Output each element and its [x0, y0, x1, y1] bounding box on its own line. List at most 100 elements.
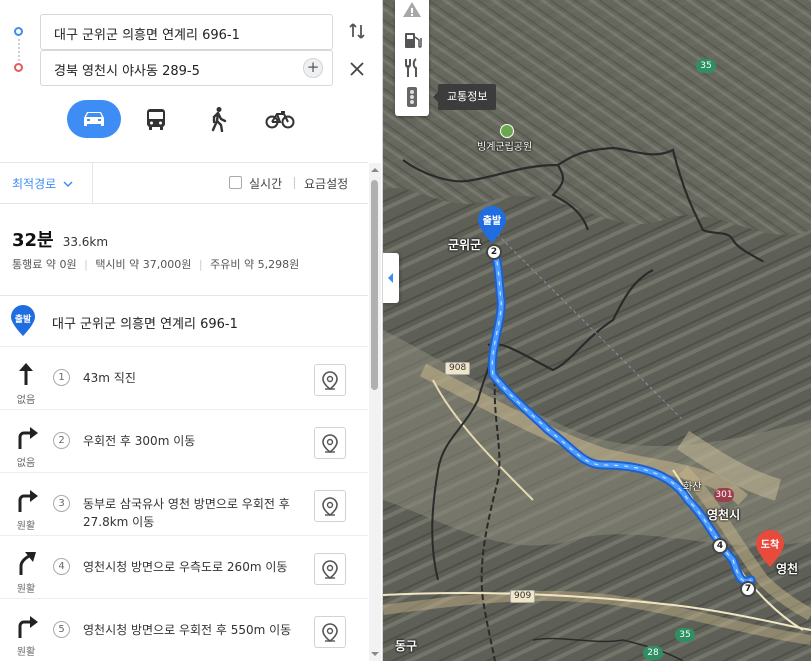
traffic-condition: 원활 [16, 647, 36, 658]
step-number: 3 [53, 495, 70, 512]
route-step[interactable]: 원활 5 영천시청 방면으로 우회전 후 550m 이동 [0, 598, 368, 661]
realtime-label[interactable]: 실시간 [249, 175, 282, 192]
traffic-light-icon[interactable] [395, 83, 429, 112]
step-number: 1 [53, 369, 70, 386]
destination-dot-icon [14, 63, 23, 72]
taxi-cost: 택시비 약 37,000원 [95, 258, 192, 271]
divider [0, 203, 368, 204]
traffic-condition: 없음 [16, 395, 36, 406]
map-view[interactable]: 교통정보 빙계군립공원 군위군 영천시 영천 화산 동구 908 909 301… [383, 0, 811, 661]
collapse-panel-button[interactable] [383, 253, 399, 303]
restaurant-icon[interactable] [395, 54, 429, 83]
start-map-pin[interactable]: 출발 [477, 206, 507, 244]
turn-slight-right-icon [12, 550, 40, 576]
step-number: 2 [53, 432, 70, 449]
cost-separator: | [84, 258, 88, 271]
origin-input[interactable]: 대구 군위군 의흥면 연계리 696-1 [40, 14, 333, 50]
traffic-condition: 원활 [16, 521, 36, 532]
scroll-down-icon[interactable] [370, 650, 380, 658]
end-pin-label: 도착 [760, 540, 780, 551]
option-divider [294, 177, 295, 189]
road-35-shield: 35 [675, 628, 695, 642]
park-icon [500, 124, 514, 138]
close-icon[interactable] [346, 58, 368, 80]
step-description: 43m 직진 [83, 371, 136, 385]
origin-dot-icon [14, 27, 23, 36]
step-description: 영천시청 방면으로 우측도로 260m 이동 [83, 560, 288, 574]
traffic-info-tooltip: 교통정보 [432, 84, 497, 110]
turn-right-icon [12, 487, 40, 513]
route-step[interactable]: 없음 2 우회전 후 300m 이동 [0, 409, 368, 473]
option-separator [92, 163, 93, 203]
route-type-label: 최적경로 [12, 177, 57, 191]
scrollbar-thumb[interactable] [371, 180, 378, 390]
swap-icon[interactable] [346, 20, 368, 42]
destination-input[interactable]: 경북 영천시 야사동 289-5 + [40, 50, 333, 86]
scroll-up-icon[interactable] [370, 166, 380, 174]
mode-car-button[interactable] [67, 100, 121, 138]
turn-right-icon [12, 613, 40, 639]
turn-straight-icon [12, 361, 40, 387]
road-35-shield: 35 [696, 59, 716, 73]
cost-separator: | [198, 258, 203, 271]
route-connector [18, 39, 21, 61]
start-address: 대구 군위군 의흥면 연계리 696-1 [52, 317, 238, 332]
destination-input-value: 경북 영천시 야사동 289-5 [54, 64, 200, 79]
donggu-label: 동구 [395, 639, 418, 653]
route-step[interactable]: 원활 3 동부로 삼국유사 영천 방면으로 우회전 후 27.8km 이동 [0, 472, 368, 536]
summary-costs: 통행료 약 0원 | 택시비 약 37,000원 | 주유비 약 5,298원 [12, 256, 299, 272]
fuel-icon[interactable] [395, 27, 429, 56]
road-view-button[interactable] [314, 427, 346, 459]
summary-time: 32분 [12, 230, 54, 251]
origin-input-value: 대구 군위군 의흥면 연계리 696-1 [54, 28, 240, 43]
road-view-button[interactable] [314, 490, 346, 522]
start-pin-icon: 출발 [10, 305, 36, 337]
bike-icon [265, 111, 295, 129]
summary-block: 32분 33.6km [12, 226, 108, 252]
chevron-left-icon [388, 273, 393, 283]
route-type-dropdown[interactable]: 최적경로 [12, 175, 73, 192]
end-map-pin[interactable]: 도착 [755, 530, 785, 568]
fare-settings-link[interactable]: 요금설정 [304, 175, 348, 192]
route-step[interactable]: 원활 4 영천시청 방면으로 우측도로 260m 이동 [0, 535, 368, 599]
summary-distance: 33.6km [62, 235, 109, 249]
hwasan-label: 화산 [683, 482, 702, 493]
add-waypoint-button[interactable]: + [303, 58, 323, 78]
road-301-shield: 301 [714, 488, 734, 502]
road-view-button[interactable] [314, 364, 346, 396]
road-908-shield: 908 [445, 362, 471, 375]
park-label: 빙계군립공원 [477, 142, 533, 153]
road-view-button[interactable] [314, 553, 346, 585]
chevron-down-icon [63, 181, 73, 188]
step-number: 4 [53, 558, 70, 575]
step-description: 영천시청 방면으로 우회전 후 550m 이동 [83, 623, 292, 637]
bus-icon [147, 109, 165, 130]
waypoint-2-marker[interactable]: 2 [486, 244, 502, 260]
step-description: 동부로 삼국유사 영천 방면으로 우회전 후 27.8km 이동 [83, 497, 290, 529]
fuel-cost: 주유비 약 5,298원 [210, 258, 300, 271]
directions-panel: 대구 군위군 의흥면 연계리 696-1 경북 영천시 야사동 289-5 + … [0, 0, 383, 661]
waypoint-4-marker[interactable]: 4 [712, 538, 728, 554]
mode-walk-button[interactable] [191, 100, 245, 138]
route-step[interactable]: 없음 1 43m 직진 [0, 346, 368, 410]
traffic-condition: 원활 [16, 584, 36, 595]
start-pin-label: 출발 [482, 216, 502, 227]
car-icon [84, 112, 104, 126]
road-28-shield: 28 [643, 646, 663, 660]
step-description: 우회전 후 300m 이동 [83, 434, 196, 448]
road-909-shield: 909 [510, 590, 536, 603]
traffic-condition: 없음 [16, 458, 36, 469]
yeongcheon-label: 영천시 [707, 508, 741, 522]
step-number: 5 [53, 621, 70, 638]
start-badge-label: 출발 [14, 315, 32, 325]
road-view-button[interactable] [314, 616, 346, 648]
mode-bus-button[interactable] [129, 100, 183, 138]
warning-icon[interactable] [395, 0, 429, 29]
walk-icon [211, 107, 227, 132]
map-toolbox [395, 0, 429, 116]
realtime-checkbox[interactable] [229, 176, 242, 189]
toll-cost: 통행료 약 0원 [12, 258, 77, 271]
waypoint-7-marker[interactable]: 7 [740, 581, 756, 597]
start-row[interactable]: 출발 대구 군위군 의흥면 연계리 696-1 [0, 296, 368, 346]
mode-bike-button[interactable] [253, 100, 307, 138]
